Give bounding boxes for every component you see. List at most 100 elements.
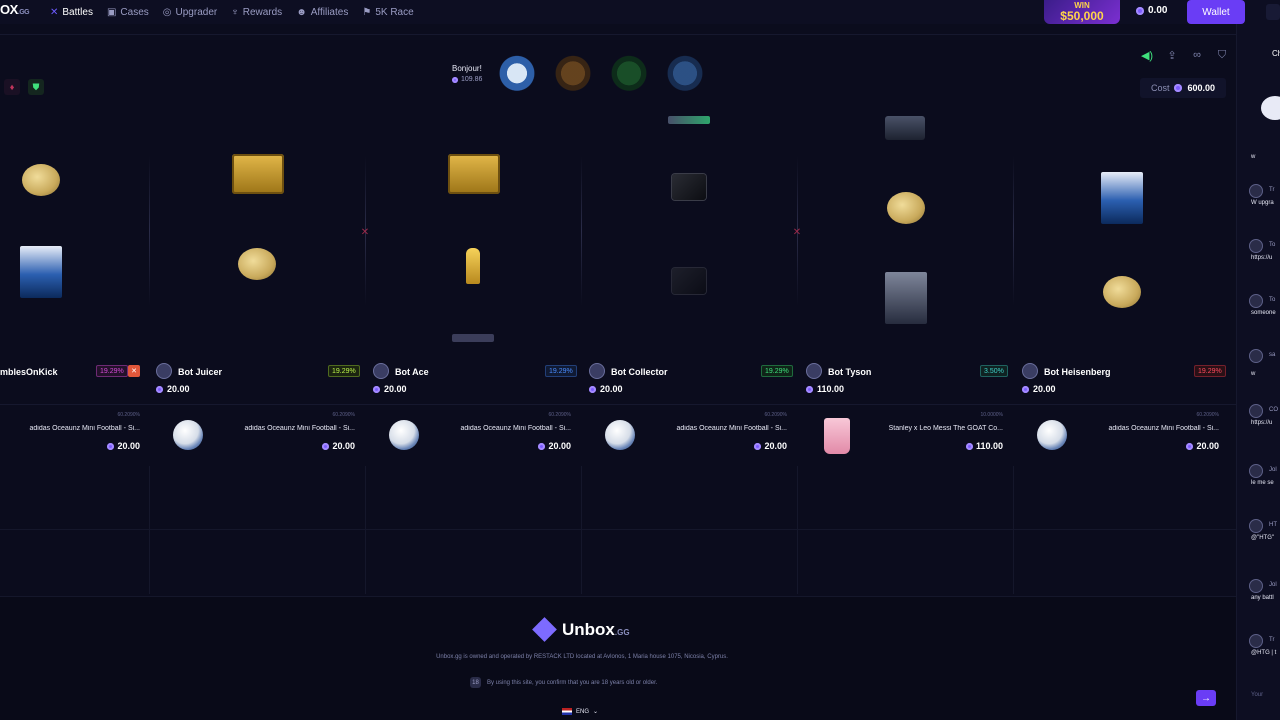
- nav-battles[interactable]: ✕ Battles: [50, 7, 93, 18]
- win-chance-badge: 19.29%: [96, 365, 128, 377]
- win-chance-badge: 3.50%: [980, 365, 1008, 377]
- shield-check-icon[interactable]: ⛉: [1215, 48, 1229, 62]
- avatar[interactable]: [1249, 404, 1263, 418]
- case-thumbnail[interactable]: [664, 48, 706, 94]
- won-item: 60.2090% adidas Oceaunz Mini Football - …: [581, 408, 791, 463]
- coin-icon: [156, 385, 163, 393]
- coin-icon: [373, 385, 380, 393]
- flag-icon: [562, 708, 572, 715]
- trophy-icon: ♆: [231, 6, 239, 18]
- football-item: [173, 420, 203, 450]
- fifa-game-item: [1101, 172, 1143, 224]
- race-icon: ⚑: [362, 6, 372, 18]
- won-item: 10.0000% Stanley x Leo Messi The GOAT Co…: [797, 408, 1007, 463]
- won-items-row: 60.2090% adidas Oceaunz Mini Football - …: [0, 408, 1236, 463]
- coin-icon: [965, 442, 973, 450]
- age-icon: 18: [470, 677, 481, 688]
- nav-affiliates[interactable]: ☻ Affiliates: [296, 7, 348, 18]
- case-thumbnail[interactable]: [608, 48, 650, 94]
- avatar[interactable]: [1249, 349, 1263, 363]
- swords-icon: ✕: [50, 6, 59, 18]
- kick-icon: ✕: [128, 365, 140, 377]
- win-chance-badge: 19.29%: [545, 365, 577, 377]
- divider: [0, 34, 1236, 35]
- football-item: [389, 420, 419, 450]
- balance-display: 0.00: [1136, 5, 1167, 16]
- player-row: mblesOnKick 19.29% ✕ Bot Juicer 19.29% 2…: [0, 362, 1236, 402]
- fairness-shield-icon[interactable]: ⛊: [28, 79, 44, 95]
- chevron-down-icon: ⌄: [593, 709, 599, 715]
- case-sequence: [496, 48, 706, 94]
- case-icon: ▣: [106, 6, 117, 18]
- top-nav: OX.GG ✕ Battles ▣ Cases ◎ Upgrader ♆ Rewards…: [0, 0, 1280, 24]
- unbox-logo-icon: [532, 617, 557, 642]
- avatar: [589, 363, 605, 379]
- coin-icon: [1186, 442, 1194, 450]
- nav-rewards[interactable]: ♆ Rewards: [231, 7, 282, 18]
- coin-icon: [1174, 84, 1183, 92]
- sneaker-item: [885, 116, 925, 140]
- won-item: 60.2090% adidas Oceaunz Mini Football - …: [149, 408, 359, 463]
- promo-banner[interactable]: WIN $50,000: [1044, 0, 1120, 24]
- profile-button[interactable]: [1266, 4, 1280, 20]
- avatar: [156, 363, 172, 379]
- chat-title: Ch: [1272, 49, 1280, 58]
- coin-icon: [806, 385, 813, 393]
- coin-icon: [1136, 6, 1144, 15]
- chat-bubble-icon: [1261, 96, 1280, 120]
- black-box-item: [672, 174, 706, 200]
- cork-item: [22, 164, 60, 196]
- avatar[interactable]: [1249, 464, 1263, 478]
- case-thumbnail-active[interactable]: [496, 48, 538, 94]
- age-notice: 18 By using this site, you confirm that …: [470, 677, 657, 688]
- avatar[interactable]: [1249, 239, 1263, 253]
- avatar[interactable]: [1249, 294, 1263, 308]
- fifa-game-item: [20, 246, 62, 298]
- case-thumbnail[interactable]: [552, 48, 594, 94]
- avatar[interactable]: [1249, 519, 1263, 533]
- battle-reels: ✕ ✕: [0, 116, 1236, 350]
- chat-sidebar: Ch w Tr W upgra To https://u To someone …: [1236, 24, 1280, 720]
- player-slot[interactable]: Bot Tyson 3.50% 110.00: [806, 362, 1014, 400]
- crazy-mode-icon: ♦: [4, 79, 20, 95]
- nav-cases[interactable]: ▣ Cases: [107, 7, 149, 18]
- won-item: 60.2090% adidas Oceaunz Mini Football - …: [1013, 408, 1223, 463]
- fifa-game-item: [452, 334, 494, 342]
- player-slot[interactable]: Bot Heisenberg 19.29% 20.00: [1022, 362, 1230, 400]
- sound-icon[interactable]: ◀): [1140, 48, 1154, 62]
- avatar[interactable]: [1249, 579, 1263, 593]
- player-slot[interactable]: Bot Juicer 19.29% 20.00: [156, 362, 364, 400]
- reel-divider: [581, 156, 582, 306]
- upgrade-icon: ◎: [162, 6, 172, 18]
- nav-upgrader[interactable]: ◎ Upgrader: [163, 7, 217, 18]
- avatar[interactable]: [1249, 634, 1263, 648]
- win-chance-badge: 19.29%: [1194, 365, 1226, 377]
- language-selector[interactable]: ENG ⌄: [562, 708, 598, 715]
- link-icon[interactable]: ∞: [1190, 48, 1204, 62]
- player-slot[interactable]: Bot Ace 19.29% 20.00: [373, 362, 581, 400]
- win-chance-badge: 19.29%: [761, 365, 793, 377]
- battle-mode-icons: ♦ ⛊: [4, 79, 44, 95]
- send-arrow-icon[interactable]: →: [1196, 690, 1216, 706]
- users-icon: ☻: [296, 6, 307, 18]
- avatar[interactable]: [1249, 184, 1263, 198]
- share-icon[interactable]: ⇪: [1165, 48, 1179, 62]
- coin-icon: [754, 442, 762, 450]
- wallet-button[interactable]: Wallet: [1187, 0, 1245, 24]
- trophy-item: [466, 248, 480, 284]
- win-chance-badge: 19.29%: [328, 365, 360, 377]
- gold-case-item: [232, 154, 284, 194]
- coin-icon: [1022, 385, 1029, 393]
- cork-item: [1103, 276, 1141, 308]
- player-slot[interactable]: Bot Collector 19.29% 20.00: [589, 362, 797, 400]
- nav-5k-race[interactable]: ⚑ 5K Race: [362, 7, 413, 18]
- divider: [0, 404, 1236, 405]
- avatar: [806, 363, 822, 379]
- main-nav: ✕ Battles ▣ Cases ◎ Upgrader ♆ Rewards ☻ Affi…: [50, 0, 414, 24]
- footer-logo[interactable]: Unbox.GG: [532, 617, 630, 642]
- cork-item: [887, 192, 925, 224]
- site-logo[interactable]: OX.GG: [0, 2, 30, 17]
- battle-tools: ◀) ⇪ ∞ ⛉: [1140, 48, 1229, 62]
- legal-text: Unbox.gg is owned and operated by RESTAC…: [436, 654, 728, 660]
- coin-icon: [589, 385, 596, 393]
